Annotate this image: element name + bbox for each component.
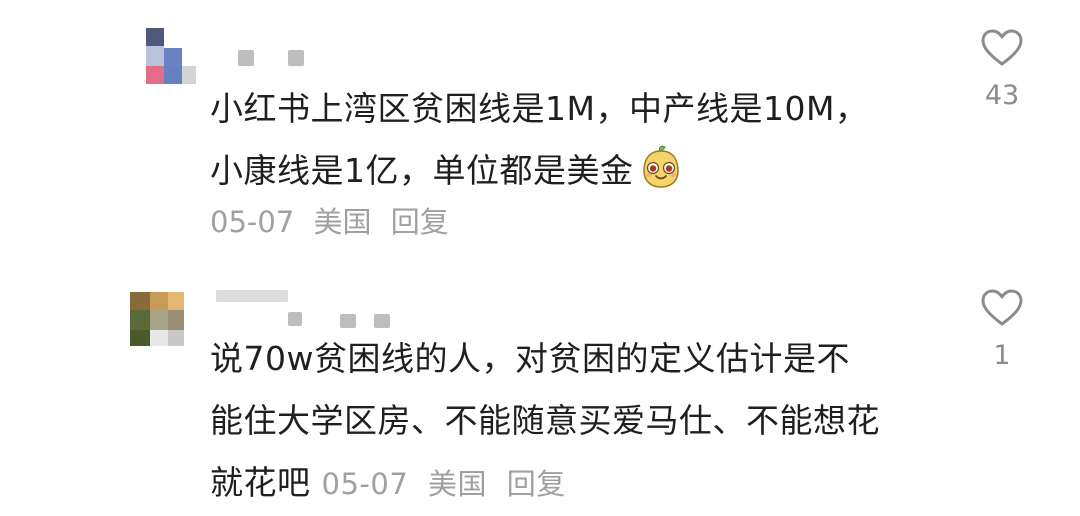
comment-location: 美国 (313, 205, 372, 239)
comment-meta: 05-07 美国 回复 (210, 198, 459, 246)
heart-outline-icon[interactable] (980, 28, 1024, 68)
reply-button[interactable]: 回复 (507, 467, 566, 501)
comment-text: 说70w贫困线的人，对贫困的定义估计是不 能住大学区房、不能随意买爱马仕、不能想… (210, 328, 970, 515)
comment-line: 说70w贫困线的人，对贫困的定义估计是不 (210, 339, 850, 378)
comment-line: 小康线是1亿，单位都是美金 (210, 151, 634, 190)
smiling-mango-face-icon (638, 144, 684, 190)
like-count: 1 (993, 340, 1011, 371)
comment-item[interactable]: 小红书上湾区贫困线是1M，中产线是10M， 小康线是1亿，单位都是美金 05-0… (0, 0, 1080, 260)
comment-line: 小红书上湾区贫困线是1M，中产线是10M， (210, 89, 869, 128)
comment-line: 能住大学区房、不能随意买爱马仕、不能想花 (210, 401, 880, 440)
comment-text: 小红书上湾区贫困线是1M，中产线是10M， 小康线是1亿，单位都是美金 (210, 78, 970, 202)
avatar[interactable] (130, 292, 188, 350)
comment-line: 就花吧 (210, 463, 311, 502)
heart-outline-icon[interactable] (980, 288, 1024, 328)
reply-button[interactable]: 回复 (391, 205, 449, 239)
like-button[interactable]: 1 (972, 288, 1032, 371)
comment-location: 美国 (428, 467, 488, 501)
comment-date: 05-07 (210, 205, 295, 239)
like-count: 43 (984, 80, 1020, 111)
comment-meta: 05-07 美国 回复 (322, 467, 576, 501)
comment-date: 05-07 (321, 467, 409, 501)
avatar[interactable] (140, 28, 198, 86)
like-button[interactable]: 43 (972, 28, 1032, 111)
comment-item[interactable]: 说70w贫困线的人，对贫困的定义估计是不 能住大学区房、不能随意买爱马仕、不能想… (0, 260, 1080, 516)
